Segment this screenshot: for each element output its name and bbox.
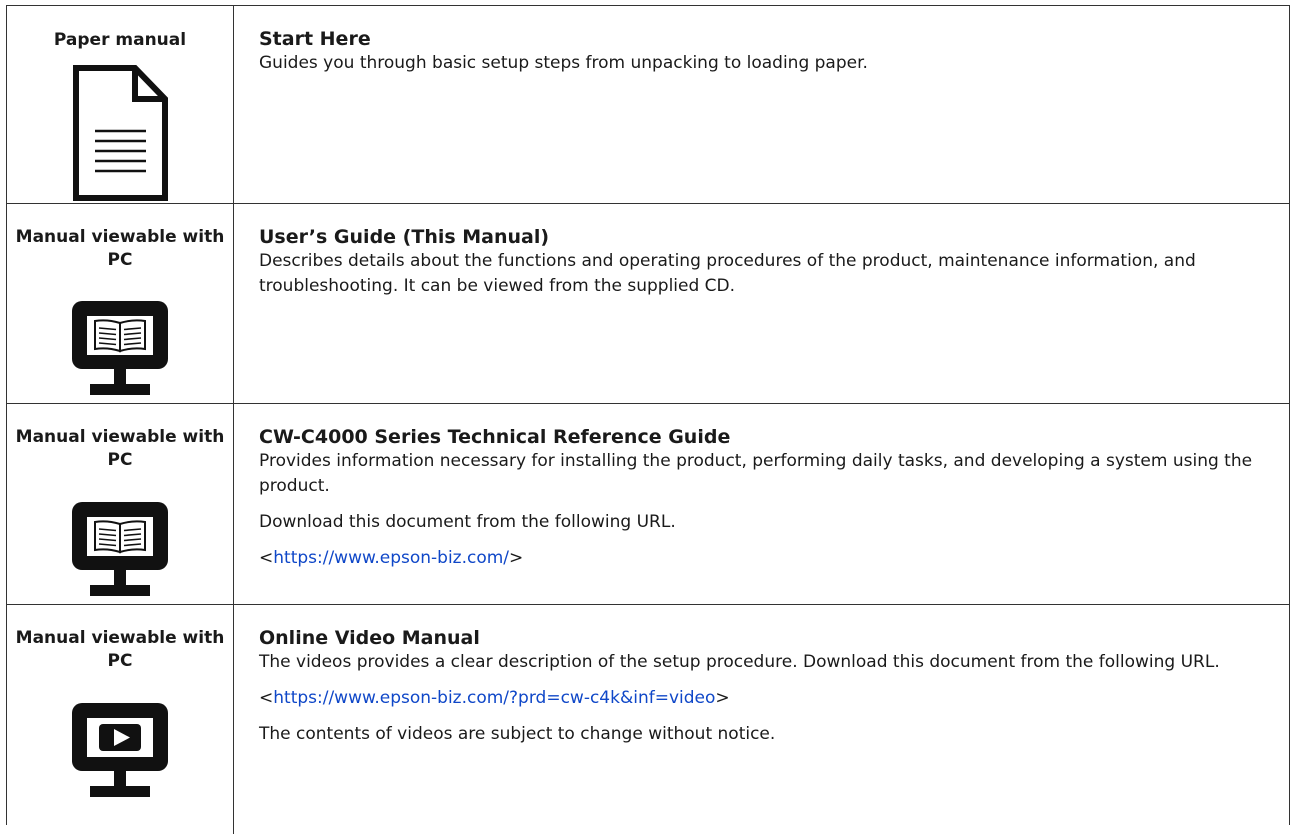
paper-document-icon [73,65,168,201]
manual-description: Guides you through basic setup steps fro… [259,51,1269,87]
manual-type-label: Paper manual [53,30,187,50]
monitor-book-icon [72,301,168,395]
manual-description: The videos provides a clear description … [259,650,1269,758]
manual-title: Start Here [259,28,371,50]
link-open-bracket: < [259,688,274,708]
manual-description-cell: Start Here Guides you through basic setu… [235,6,1289,203]
table-row: Paper manual Start Here Guides you throu… [7,6,1289,203]
manual-description-cell: User’s Guide (This Manual) Describes det… [235,204,1289,403]
manual-type-cell: Manual viewable with PC [7,404,234,604]
description-paragraph: Download this document from the followin… [259,512,676,532]
manual-type-label: Manual viewable with PC [15,628,225,671]
manual-description: Provides information necessary for insta… [259,449,1269,582]
manual-title: CW-C4000 Series Technical Reference Guid… [259,426,731,448]
url-line: <https://www.epson-biz.com/> [259,546,1269,571]
manual-description-cell: Online Video Manual The videos provides … [235,605,1289,834]
manual-title: Online Video Manual [259,627,480,649]
table-row: Manual viewable with PC Online Video Man… [7,604,1289,834]
manual-type-label: Manual viewable with PC [15,427,225,470]
link-close-bracket: > [715,688,730,708]
url-line: <https://www.epson-biz.com/?prd=cw-c4k&i… [259,686,1269,711]
technical-reference-link[interactable]: https://www.epson-biz.com/ [273,548,509,568]
monitor-book-icon [72,502,168,596]
description-paragraph: Provides information necessary for insta… [259,451,1253,496]
description-paragraph: Describes details about the functions an… [259,251,1196,296]
video-manual-link[interactable]: https://www.epson-biz.com/?prd=cw-c4k&in… [273,688,715,708]
description-paragraph: Guides you through basic setup steps fro… [259,53,868,73]
table-row: Manual viewable with PC CW-C4000 Series … [7,403,1289,604]
manual-type-label: Manual viewable with PC [15,227,225,270]
description-paragraph: The contents of videos are subject to ch… [259,724,776,744]
manual-type-cell: Manual viewable with PC [7,605,234,834]
manual-description-cell: CW-C4000 Series Technical Reference Guid… [235,404,1289,604]
manual-type-cell: Manual viewable with PC [7,204,234,403]
link-close-bracket: > [509,548,524,568]
link-open-bracket: < [259,548,274,568]
manual-title: User’s Guide (This Manual) [259,226,550,248]
description-paragraph: The videos provides a clear description … [259,652,1220,672]
manuals-table: Paper manual Start Here Guides you throu… [6,5,1290,834]
table-row: Manual viewable with PC User’s Guide (Th… [7,203,1289,403]
manual-type-cell: Paper manual [7,6,234,203]
manual-description: Describes details about the functions an… [259,249,1269,310]
monitor-play-icon [72,703,168,797]
